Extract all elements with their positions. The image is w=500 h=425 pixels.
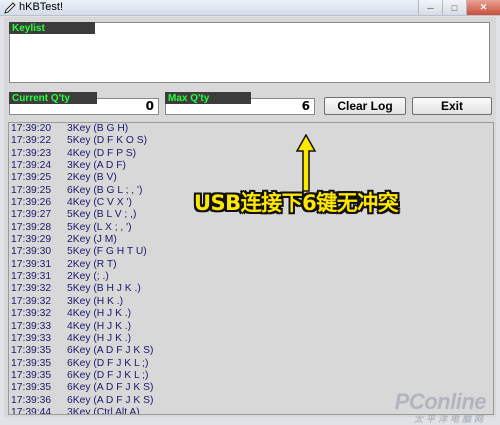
- log-entry-keys: 4Key (D F P S): [67, 147, 137, 159]
- log-entry-keys: 5Key (L X ; , '): [67, 221, 132, 233]
- log-entry-keys: 4Key (H J K .): [67, 320, 132, 332]
- log-entry-time: 17:39:36: [11, 394, 52, 406]
- log-entry: 17:39:23 4Key (D F P S): [9, 148, 493, 160]
- log-entry-keys: 6Key (D F J K L ;): [67, 357, 149, 369]
- log-entry: 17:39:33 4Key (H J K .): [9, 321, 493, 333]
- log-entry-keys: 5Key (B H J K .): [67, 283, 141, 295]
- clear-log-button[interactable]: Clear Log: [324, 97, 406, 115]
- log-entry: 17:39:32 3Key (H K .): [9, 296, 493, 308]
- log-entry-time: 17:39:22: [11, 135, 52, 147]
- log-entry-time: 17:39:35: [11, 345, 52, 357]
- log-entry-time: 17:39:20: [11, 123, 52, 134]
- maximize-button[interactable]: □: [442, 0, 466, 15]
- log-entry-time: 17:39:23: [11, 147, 52, 159]
- log-entry-keys: 4Key (C V X '): [67, 197, 132, 209]
- log-entry: 17:39:35 6Key (D F J K L ;): [9, 358, 493, 370]
- keylist-label: Keylist: [9, 22, 95, 34]
- log-entry: 17:39:31 2Key (; .): [9, 271, 493, 283]
- log-entry: 17:39:33 4Key (H J K .): [9, 333, 493, 345]
- log-entry-time: 17:39:27: [11, 209, 52, 221]
- log-entry-keys: 6Key (A D F J K S): [67, 394, 154, 406]
- log-entry-keys: 2Key (B V): [67, 172, 117, 184]
- log-entry-keys: 3Key (B G H): [67, 123, 129, 134]
- up-arrow-icon: [295, 134, 317, 192]
- log-entry-keys: 2Key (R T): [67, 258, 117, 270]
- watermark: PConline 太平洋电脑网: [395, 389, 487, 425]
- log-entry-time: 17:39:25: [11, 184, 52, 196]
- log-entry-time: 17:39:32: [11, 308, 52, 320]
- log-entry-time: 17:39:25: [11, 172, 52, 184]
- log-entry: 17:39:32 5Key (B H J K .): [9, 283, 493, 295]
- exit-button[interactable]: Exit: [412, 97, 492, 115]
- log-entry-time: 17:39:30: [11, 246, 52, 258]
- log-entry: 17:39:24 3Key (A D F): [9, 160, 493, 172]
- app-client-area: Keylist 0 Current Q'ty 6 Max Q'ty Clear …: [4, 17, 496, 424]
- log-entry-keys: 5Key (B L V ; ,): [67, 209, 137, 221]
- log-entry-keys: 6Key (D F J K L ;): [67, 369, 149, 381]
- log-entry-time: 17:39:32: [11, 283, 52, 295]
- log-entry-keys: 3Key (H K .): [67, 295, 124, 307]
- log-entry-time: 17:39:44: [11, 406, 52, 415]
- log-entry-time: 17:39:33: [11, 332, 52, 344]
- log-entry-keys: 6Key (A D F J K S): [67, 345, 154, 357]
- log-entry-time: 17:39:33: [11, 320, 52, 332]
- log-entry: 17:39:31 2Key (R T): [9, 259, 493, 271]
- max-qty-label: Max Q'ty: [165, 92, 251, 104]
- log-entry-time: 17:39:32: [11, 295, 52, 307]
- log-entry-time: 17:39:28: [11, 221, 52, 233]
- window-title: hKBTest!: [19, 1, 64, 13]
- log-entry-time: 17:39:24: [11, 160, 52, 172]
- log-entry: 17:39:30 5Key (F G H T U): [9, 246, 493, 258]
- current-qty-label: Current Q'ty: [9, 92, 97, 104]
- close-button[interactable]: ✕: [466, 0, 500, 15]
- log-entry-time: 17:39:35: [11, 357, 52, 369]
- log-entry: 17:39:20 3Key (B G H): [9, 123, 493, 135]
- log-entry-keys: 3Key (Ctrl Alt A): [67, 406, 140, 415]
- log-entry-keys: 4Key (H J K .): [67, 308, 132, 320]
- log-entry-keys: 6Key (B G L ; , '): [67, 184, 143, 196]
- log-entry: 17:39:25 2Key (B V): [9, 172, 493, 184]
- log-entry-keys: 5Key (F G H T U): [67, 246, 147, 258]
- log-entry-time: 17:39:26: [11, 197, 52, 209]
- annotation-text: USB连接下6键无冲突: [194, 191, 399, 215]
- log-entry: 17:39:32 4Key (H J K .): [9, 308, 493, 320]
- log-entry: 17:39:29 2Key (J M): [9, 234, 493, 246]
- log-entry: 17:39:22 5Key (D F K O S): [9, 135, 493, 147]
- log-entry-keys: 4Key (H J K .): [67, 332, 132, 344]
- log-entry-time: 17:39:31: [11, 271, 52, 283]
- log-entry: 17:39:35 6Key (A D F J K S): [9, 345, 493, 357]
- log-entry-keys: 2Key (J M): [67, 234, 117, 246]
- log-entry-time: 17:39:29: [11, 234, 52, 246]
- key-log-list[interactable]: 17:39:20 3Key (B G H) 17:39:22 5Key (D F K …: [8, 122, 494, 415]
- title-bar: hKBTest! ─ □ ✕: [0, 0, 500, 16]
- log-entry: 17:39:28 5Key (L X ; , '): [9, 222, 493, 234]
- log-entry-time: 17:39:35: [11, 382, 52, 394]
- minimize-button[interactable]: ─: [418, 0, 442, 15]
- log-entry-keys: 3Key (A D F): [67, 160, 126, 172]
- window-controls: ─ □ ✕: [418, 0, 500, 16]
- log-entry: 17:39:35 6Key (D F J K L ;): [9, 370, 493, 382]
- log-entry-keys: 6Key (A D F J K S): [67, 382, 154, 394]
- pen-icon: [4, 2, 16, 14]
- log-entry-time: 17:39:35: [11, 369, 52, 381]
- log-entry-keys: 5Key (D F K O S): [67, 135, 148, 147]
- log-entry-time: 17:39:31: [11, 258, 52, 270]
- log-entry-keys: 2Key (; .): [67, 271, 109, 283]
